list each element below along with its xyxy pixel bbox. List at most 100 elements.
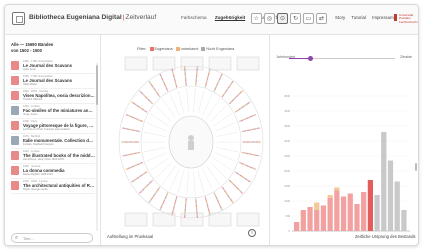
info-icon[interactable]: i bbox=[248, 229, 256, 237]
nav-tutorial[interactable]: Tutorial bbox=[351, 15, 365, 20]
bar[interactable] bbox=[300, 210, 306, 231]
university-logo[interactable]: Universität Potsdam Fachhochschule bbox=[394, 13, 418, 24]
filter-nicht-eugeniana[interactable]: Nicht Eugeniana bbox=[201, 47, 234, 51]
radial-aisle bbox=[177, 90, 185, 114]
book-cover-icon bbox=[11, 151, 19, 160]
swap-icon[interactable]: ⇄ bbox=[316, 13, 327, 24]
shelf-cell bbox=[220, 73, 223, 77]
star-icon[interactable]: ☆ bbox=[251, 13, 262, 24]
radial-aisle bbox=[193, 88, 196, 113]
bar[interactable] bbox=[361, 192, 367, 231]
slider-end-label: Zitrakte bbox=[400, 55, 412, 59]
y-tick-label: 1500 bbox=[284, 184, 290, 188]
list-item[interactable]: 1640 · London The illustrated books of th… bbox=[11, 149, 95, 164]
bar[interactable] bbox=[314, 202, 320, 211]
list-scrollbar[interactable] bbox=[96, 63, 98, 231]
target-view-icon[interactable]: ⊙ bbox=[277, 13, 288, 24]
slider-fill bbox=[289, 58, 311, 59]
list-item[interactable]: 1663 · London Fac-similes of the miniatur… bbox=[11, 104, 95, 119]
prunksaal-floorplan[interactable] bbox=[115, 55, 267, 229]
filter-legend: Filter: Eugeniana unbekannt Nicht Eugeni… bbox=[137, 47, 234, 51]
ring-view-icon[interactable]: ◎ bbox=[264, 13, 275, 24]
radial-aisle bbox=[155, 162, 172, 179]
shelf-cell bbox=[196, 213, 198, 216]
period-slider[interactable]: Jahrhundert Zitrakte bbox=[276, 55, 416, 63]
slider-handle[interactable] bbox=[308, 56, 314, 61]
bar[interactable] bbox=[387, 160, 394, 232]
statue-icon bbox=[188, 135, 194, 141]
timeline-panel: Jahrhundert Zitrakte 0 500 1000 1500 2000 250… bbox=[269, 35, 419, 246]
radial-aisle bbox=[146, 122, 167, 132]
bar[interactable] bbox=[394, 181, 400, 232]
bar[interactable] bbox=[340, 196, 347, 232]
bar[interactable] bbox=[327, 195, 333, 198]
radial-aisle bbox=[150, 113, 170, 127]
origin-bar-chart[interactable]: 0 500 1000 1500 2000 2500 3000 3500 4000 4500 bbox=[270, 75, 419, 246]
shelf-cell bbox=[185, 81, 187, 84]
bar[interactable] bbox=[294, 222, 300, 231]
title-search[interactable]: ⌕ Titel... bbox=[11, 233, 93, 243]
shelf-cell bbox=[195, 204, 198, 208]
radial-aisle bbox=[215, 152, 236, 162]
shelf-cell bbox=[185, 202, 187, 206]
collection-count: Alle — 15690 Bänden bbox=[11, 42, 54, 47]
nav-story[interactable]: Story bbox=[335, 15, 345, 20]
bar[interactable] bbox=[314, 210, 320, 231]
bar[interactable] bbox=[334, 190, 340, 232]
mode-zugehoerigkeit[interactable]: Zugehörigkeit bbox=[215, 15, 245, 20]
bar[interactable] bbox=[367, 180, 373, 231]
bar[interactable] bbox=[320, 205, 327, 232]
shelf-cell bbox=[195, 76, 198, 80]
radial-aisle bbox=[210, 105, 227, 122]
radial-aisle bbox=[143, 131, 166, 137]
shelf-cell bbox=[159, 207, 162, 211]
bar[interactable] bbox=[347, 193, 353, 232]
shelf-cell bbox=[184, 211, 186, 214]
y-tick-label: 0 bbox=[289, 229, 291, 233]
list-item[interactable]: 1609 · Venezia La donna commedia Dante Ali… bbox=[11, 164, 95, 179]
bar[interactable] bbox=[327, 198, 333, 231]
top-bar: Bibliotheca Eugeniana Digital|Zeitverlau… bbox=[5, 5, 418, 35]
list-item[interactable]: 1802 · 1843 · Templat Vises Napolitea, os… bbox=[11, 89, 95, 104]
wing-shelf bbox=[208, 56, 232, 71]
list-item[interactable]: 1600 · Paris Voyage pittoresque de la fig… bbox=[11, 119, 95, 134]
app-title[interactable]: Bibliotheca Eugeniana Digital|Zeitverlau… bbox=[29, 14, 156, 21]
bar[interactable] bbox=[307, 207, 313, 231]
shelf-cell bbox=[184, 76, 187, 80]
list-item[interactable]: 1665 · 1780 Universitäten Le Journal des … bbox=[11, 74, 95, 89]
book-author: Vinay, Anton bbox=[23, 113, 38, 116]
nav-impressum[interactable]: Impressum bbox=[372, 15, 394, 20]
panel-icon[interactable]: ▭ bbox=[303, 13, 314, 24]
bar[interactable] bbox=[381, 132, 387, 231]
shelf-cell bbox=[184, 208, 186, 212]
shelf-cell bbox=[195, 202, 197, 206]
list-item[interactable]: 1670 · Bedford Italie monumentale. Collec… bbox=[11, 134, 95, 149]
top-nav: Story Tutorial Impressum bbox=[335, 15, 399, 20]
scrollbar-thumb[interactable] bbox=[96, 65, 98, 105]
shelf-cell bbox=[184, 204, 187, 208]
bar[interactable] bbox=[354, 204, 360, 231]
shelf-cell bbox=[257, 127, 260, 130]
mode-farbschema[interactable]: Farbschema bbox=[181, 15, 207, 20]
filter-unbekannt[interactable]: unbekannt bbox=[175, 47, 198, 51]
bar[interactable] bbox=[334, 187, 340, 191]
list-item[interactable]: 1665 · 1780 Universitäten Le Journal des … bbox=[11, 59, 95, 74]
rotate-icon[interactable]: ↻ bbox=[290, 13, 301, 24]
app-title-text: Bibliotheca Eugeniana Digital bbox=[29, 14, 122, 21]
collection-summary: Alle — 15690 Bänden von 1502 - 1500 bbox=[11, 42, 53, 53]
bar[interactable] bbox=[374, 195, 380, 231]
swatch-icon bbox=[201, 47, 206, 51]
view-subtitle: Zeitverlauf bbox=[125, 14, 157, 21]
y-tick-label: 500 bbox=[286, 214, 291, 218]
library-logo-icon[interactable] bbox=[12, 12, 25, 25]
radial-aisle bbox=[215, 122, 236, 132]
list-item[interactable]: 1615 · 1803 · London The architectural an… bbox=[11, 179, 95, 194]
filter-eugeniana[interactable]: Eugeniana bbox=[149, 47, 173, 51]
radial-aisle bbox=[210, 162, 227, 179]
radial-aisle bbox=[146, 152, 167, 162]
shelf-cell bbox=[122, 154, 125, 157]
bar[interactable] bbox=[401, 210, 407, 231]
statue-base bbox=[188, 141, 194, 150]
y-tick-label: 4500 bbox=[284, 94, 290, 98]
book-author: La Porte du Theil, François Jean-Gabriel bbox=[23, 128, 70, 131]
